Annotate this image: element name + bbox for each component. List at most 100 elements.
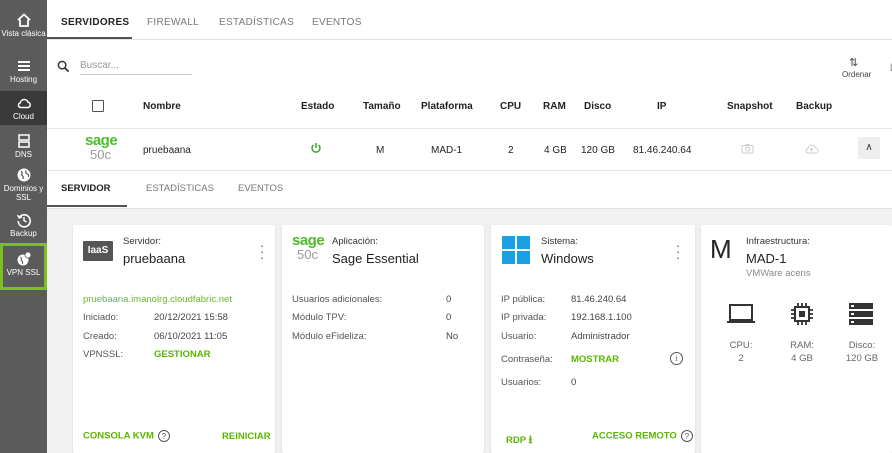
sort-label[interactable]: Ordenar [842, 70, 871, 79]
server-size: M [376, 145, 385, 156]
subtab-servidor[interactable]: SERVIDOR [61, 183, 110, 194]
tab-servidores[interactable]: SERVIDORES [61, 17, 129, 28]
server-cpu: 2 [508, 145, 514, 156]
sidebar-item-dns[interactable]: DNS [0, 133, 47, 159]
camera-icon[interactable] [741, 143, 754, 154]
help-icon[interactable]: ? [680, 430, 693, 442]
public-ip-label: IP pública: [501, 294, 546, 305]
col-ram[interactable]: RAM [543, 101, 566, 112]
sidebar-item-label: Backup [10, 229, 37, 238]
sage-app-logo: sage 50c [292, 232, 325, 262]
subtab-eventos[interactable]: EVENTOS [238, 183, 283, 194]
col-snapshot[interactable]: Snapshot [727, 101, 773, 112]
col-ip[interactable]: IP [657, 101, 666, 112]
collapse-row-button[interactable]: ∧ [858, 137, 880, 159]
sage-logo-sub: 50c [90, 147, 111, 162]
private-ip-label: IP privada: [501, 312, 547, 323]
main-panel: SERVIDORES FIREWALL ESTADÍSTICAS EVENTOS… [47, 0, 892, 453]
app-users-label: Usuarios adicionales: [292, 294, 383, 305]
infra-card-subtitle: VMWare acens [746, 268, 811, 279]
acceso-remoto-label: ACCESO REMOTO [592, 430, 677, 442]
rdp-download-button[interactable]: RDP ⭳ [506, 431, 532, 450]
sidebar-item-hosting[interactable]: Hosting [0, 58, 47, 84]
select-all-checkbox[interactable] [92, 100, 104, 112]
vpn-globe-icon [17, 251, 31, 266]
windows-logo-icon [502, 236, 530, 264]
active-tab-indicator [47, 37, 132, 39]
col-backup[interactable]: Backup [796, 101, 832, 112]
sidebar-item-label: Dominios y SSL [3, 184, 44, 202]
storage-icon [849, 303, 873, 325]
system-card-title: Windows [541, 251, 594, 266]
more-vert-icon[interactable]: · · · [259, 239, 265, 264]
more-columns-icon[interactable]: ⇂ [887, 63, 892, 74]
user-value: Administrador [571, 331, 630, 342]
acceso-remoto-button[interactable]: ACCESO REMOTO? [592, 430, 693, 442]
infra-disk-value: 120 GB [845, 353, 879, 364]
system-card: Sistema: Windows · · · IP pública: 81.46.2… [491, 225, 695, 453]
reiniciar-button[interactable]: REINICIAR [222, 431, 271, 442]
server-created-label: Creado: [83, 331, 117, 342]
sidebar-item-dominios-ssl[interactable]: Dominios y SSL [0, 167, 47, 202]
sort-icon[interactable]: ⇅ [849, 56, 858, 69]
server-url-link[interactable]: pruebaana.imanolrg.cloudfabric.net [83, 294, 232, 305]
app-users-value: 0 [446, 294, 452, 305]
cloud-backup-icon[interactable] [804, 143, 819, 154]
app-card-label: Aplicación: [332, 236, 378, 247]
sidebar-item-cloud[interactable]: Cloud [0, 91, 47, 125]
help-icon[interactable]: ? [157, 430, 170, 442]
server-created-value: 06/10/2021 11:05 [154, 331, 228, 342]
home-icon [16, 13, 31, 27]
sage-app-logo-sub: 50c [297, 247, 318, 262]
cloud-icon [17, 98, 31, 109]
consola-kvm-button[interactable]: CONSOLA KVM? [83, 430, 170, 442]
server-disk: 120 GB [581, 145, 615, 156]
subtab-estadisticas[interactable]: ESTADÍSTICAS [146, 183, 214, 194]
app-tpv-value: 0 [446, 312, 452, 323]
info-icon[interactable]: i [670, 352, 683, 365]
col-cpu[interactable]: CPU [500, 101, 521, 112]
server-ram: 4 GB [544, 145, 567, 156]
gestionar-link[interactable]: GESTIONAR [154, 349, 210, 360]
more-vert-icon[interactable]: · · · [675, 239, 681, 264]
server-card-label: Servidor: [123, 236, 162, 247]
table-row[interactable]: sage 50c pruebaana M MAD-1 2 4 GB 120 GB… [47, 128, 892, 171]
infra-ram-value: 4 GB [791, 353, 813, 364]
top-tabs: SERVIDORES FIREWALL ESTADÍSTICAS EVENTOS [47, 0, 892, 40]
sidebar-item-vpn-ssl[interactable]: VPN SSL [0, 243, 47, 290]
sage-app-logo-word: sage [292, 232, 325, 249]
sidebar-item-label: Vista clásica [1, 29, 46, 38]
col-tamano[interactable]: Tamaño [363, 101, 401, 112]
mostrar-password-button[interactable]: MOSTRAR [571, 354, 619, 365]
public-ip-value: 81.46.240.64 [571, 294, 627, 305]
tab-estadisticas[interactable]: ESTADÍSTICAS [219, 17, 294, 28]
server-platform: MAD-1 [431, 145, 463, 156]
server-icon [17, 134, 30, 148]
col-nombre[interactable]: Nombre [143, 101, 181, 112]
sidebar-item-label: VPN SSL [6, 268, 41, 277]
server-card: IaaS Servidor: pruebaana · · · pruebaana.i… [73, 225, 275, 453]
infra-cpu-label: CPU: [729, 340, 753, 351]
tab-firewall[interactable]: FIREWALL [147, 17, 199, 28]
server-card-title: pruebaana [123, 251, 186, 266]
consola-kvm-label: CONSOLA KVM [83, 430, 154, 442]
app-efideliza-label: Módulo eFideliza: [292, 331, 367, 342]
menu-lines-icon [17, 61, 30, 71]
sidebar-item-label: Cloud [13, 112, 34, 121]
col-plataforma[interactable]: Plataforma [421, 101, 473, 112]
power-icon[interactable] [310, 142, 322, 154]
sidebar-item-backup[interactable]: Backup [0, 212, 47, 238]
detail-tabs: SERVIDOR ESTADÍSTICAS EVENTOS [47, 171, 892, 209]
cards-area: IaaS Servidor: pruebaana · · · pruebaana.i… [47, 209, 892, 453]
laptop-icon [727, 304, 755, 323]
search-input[interactable] [80, 57, 192, 75]
tab-eventos[interactable]: EVENTOS [312, 17, 362, 28]
system-card-label: Sistema: [541, 236, 578, 247]
download-icon: ⭳ [528, 434, 533, 446]
infra-cpu-value: 2 [738, 353, 744, 364]
col-estado[interactable]: Estado [301, 101, 334, 112]
sidebar-item-vista-clasica[interactable]: Vista clásica [0, 12, 47, 38]
col-disco[interactable]: Disco [584, 101, 611, 112]
application-card: sage 50c Aplicación: Sage Essential Usua… [282, 225, 484, 453]
server-name[interactable]: pruebaana [143, 145, 191, 156]
